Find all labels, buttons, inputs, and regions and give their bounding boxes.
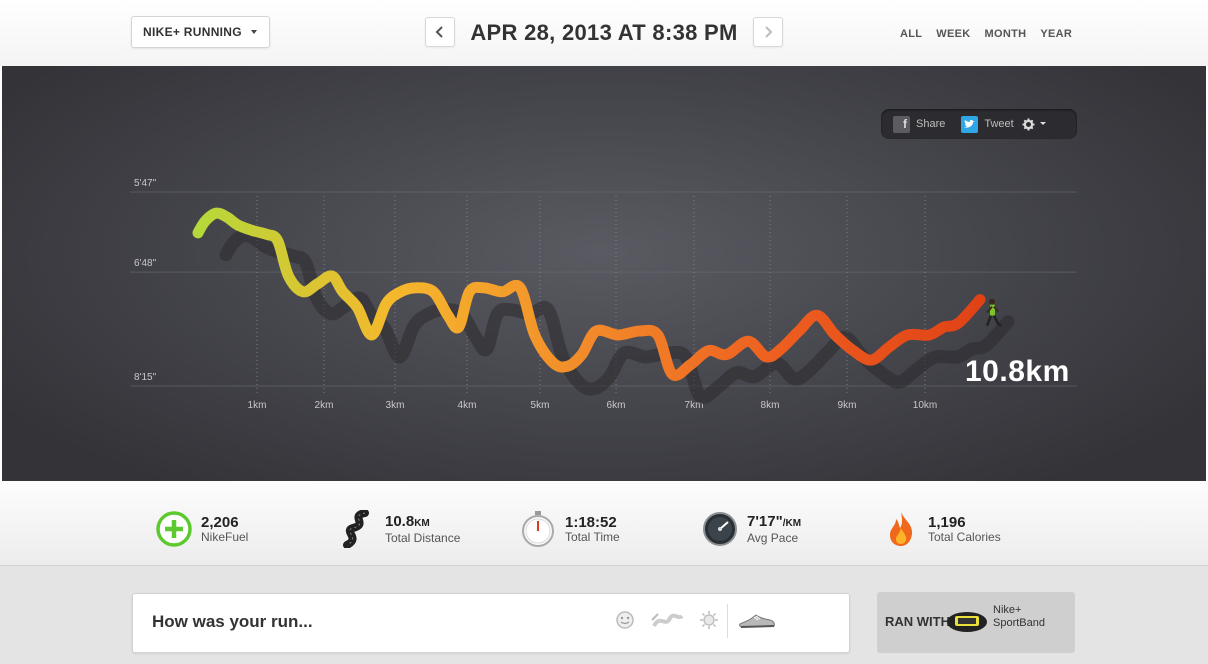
- next-run-button[interactable]: [753, 17, 783, 47]
- pace-chart-panel: 5'47" 6'48" 8'15" 1km 2km 3km 4km 5km 6km 7km 8km 9…: [2, 66, 1206, 481]
- stat-calories: 1,196 Total Calories: [882, 510, 1001, 548]
- stat-value: 2,206: [201, 513, 239, 531]
- gear-icon: [1022, 118, 1035, 130]
- facebook-icon: f: [893, 115, 910, 133]
- stat-value: 1,196: [928, 513, 966, 531]
- chevron-down-icon: [1039, 122, 1046, 125]
- chevron-left-icon: [435, 26, 443, 38]
- stat-label: Avg Pace: [747, 530, 799, 545]
- previous-run-button[interactable]: [425, 17, 455, 47]
- stopwatch-icon: [522, 511, 554, 547]
- run-feedback-prompt[interactable]: How was your run...: [152, 612, 313, 632]
- settings-menu-button[interactable]: [1022, 118, 1047, 131]
- activity-type-label: NIKE+ RUNNING: [143, 25, 242, 39]
- stat-value: 10.8KM: [385, 512, 430, 530]
- activity-type-select[interactable]: NIKE+ RUNNING: [131, 16, 270, 48]
- smiley-mood-icon[interactable]: [615, 610, 635, 630]
- speedometer-icon: [703, 512, 737, 546]
- stat-time: 1:18:52 Total Time: [519, 510, 620, 548]
- divider: [727, 604, 728, 638]
- pace-line-shadow: [219, 228, 1015, 404]
- x-tick-label: 5km: [531, 400, 550, 411]
- share-bar: f Share Tweet: [881, 109, 1077, 139]
- stat-value: 1:18:52: [565, 513, 617, 531]
- nikefuel-icon: [156, 511, 192, 547]
- stat-pace: 7'17"/KM Avg Pace: [701, 510, 801, 548]
- x-tick-label: 2km: [315, 400, 334, 411]
- sportband-icon: [947, 612, 987, 632]
- stat-value: 7'17"/KM: [747, 512, 802, 530]
- shoe-icon[interactable]: [738, 610, 776, 630]
- total-distance-marker: 10.8km: [965, 355, 1070, 388]
- header: NIKE+ RUNNING APR 28, 2013 AT 8:38 PM AL…: [0, 0, 1208, 66]
- share-label: Share: [916, 118, 946, 130]
- tab-month[interactable]: MONTH: [985, 28, 1027, 40]
- tab-all[interactable]: ALL: [900, 28, 922, 40]
- y-tick-label: 5'47": [134, 178, 157, 189]
- facebook-share-button[interactable]: f Share: [893, 115, 946, 133]
- run-feedback-box[interactable]: How was your run...: [132, 593, 850, 653]
- tweet-label: Tweet: [984, 118, 1014, 130]
- chevron-right-icon: [765, 26, 773, 38]
- range-tabs: ALL WEEK MONTH YEAR: [900, 28, 1072, 40]
- tab-year[interactable]: YEAR: [1040, 28, 1072, 40]
- stat-label: Total Distance: [385, 530, 461, 545]
- x-tick-label: 4km: [458, 400, 477, 411]
- flame-icon: [890, 512, 913, 546]
- stat-label: NikeFuel: [201, 529, 249, 544]
- ran-with-device-panel[interactable]: RAN WITH Nike+ SportBand: [877, 592, 1075, 653]
- ran-with-label: RAN WITH: [885, 614, 950, 629]
- x-tick-label: 10km: [913, 400, 937, 411]
- tab-week[interactable]: WEEK: [936, 28, 970, 40]
- stat-label: Total Time: [565, 529, 620, 544]
- device-name: Nike+ SportBand: [993, 604, 1045, 629]
- x-tick-label: 8km: [761, 400, 780, 411]
- stat-distance: 10.8KM Total Distance: [339, 510, 460, 548]
- x-tick-label: 9km: [838, 400, 857, 411]
- bottom-section: How was your run... RAN WITH Nike+ Sport…: [0, 566, 1208, 664]
- x-tick-label: 1km: [248, 400, 267, 411]
- y-tick-label: 6'48": [134, 258, 157, 269]
- stat-label: Total Calories: [928, 529, 1001, 544]
- runner-icon: [985, 298, 1002, 327]
- twitter-icon: [961, 115, 979, 133]
- x-tick-label: 6km: [607, 400, 626, 411]
- y-tick-label: 8'15": [134, 372, 157, 383]
- stats-bar: 2,206 NikeFuel 10.8KM Total Distance 1:1…: [0, 481, 1208, 566]
- run-date-title: APR 28, 2013 AT 8:38 PM: [470, 20, 738, 45]
- terrain-road-icon[interactable]: [650, 610, 684, 630]
- road-icon: [343, 510, 369, 548]
- twitter-tweet-button[interactable]: Tweet: [961, 115, 1014, 133]
- x-tick-label: 3km: [386, 400, 405, 411]
- weather-sun-icon[interactable]: [699, 610, 719, 630]
- stat-nikefuel: 2,206 NikeFuel: [155, 510, 248, 548]
- chevron-down-icon: [251, 30, 257, 34]
